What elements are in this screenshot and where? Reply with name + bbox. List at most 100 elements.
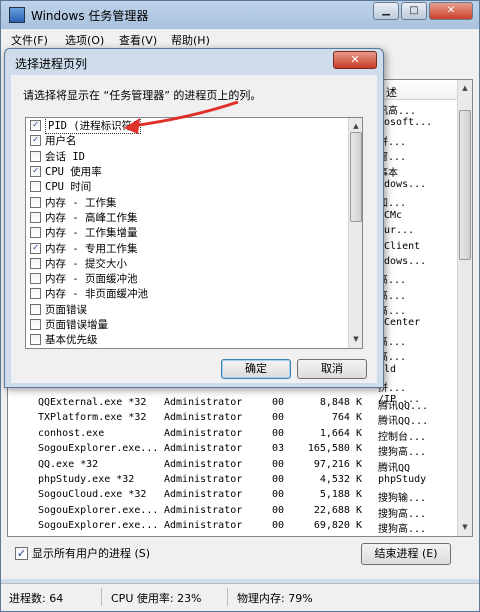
column-option[interactable]: CPU 时间 [26, 179, 362, 194]
cancel-button[interactable]: 取消 [297, 359, 367, 379]
menu-options[interactable]: 选项(O) [65, 32, 104, 48]
process-memory: 165,580 K [307, 443, 362, 455]
column-option[interactable]: 页面错误 [26, 302, 362, 317]
checked-checkbox-icon[interactable]: ✓ [30, 166, 41, 178]
process-name: QQ.exe *32 [38, 458, 99, 470]
checked-checkbox-icon[interactable]: ✓ [30, 120, 41, 132]
dialog-title-bar[interactable]: 选择进程页列 ✕ [5, 49, 383, 73]
column-option-label: CPU 时间 [45, 181, 92, 194]
column-option[interactable]: 会话 ID [26, 149, 362, 164]
unchecked-checkbox-icon[interactable] [30, 319, 41, 330]
unchecked-checkbox-icon[interactable] [30, 303, 41, 315]
table-row[interactable]: SogouExplorer.exe... Administrator 00 22,68… [8, 504, 456, 520]
column-option[interactable]: 基本优先级 [26, 332, 362, 347]
column-list-scrollbar[interactable]: ▲ ▼ [348, 118, 362, 348]
dialog-close-button[interactable]: ✕ [333, 51, 377, 69]
status-process-count: 进程数: 64 [9, 592, 64, 605]
table-row[interactable]: QQ.exe *32 Administrator 00 97,216 K 腾讯QQ [8, 458, 456, 474]
menu-help[interactable]: 帮助(H) [171, 32, 210, 48]
end-process-button[interactable]: 结束进程 (E) [361, 543, 451, 565]
table-row[interactable]: QQExternal.exe *32 Administrator 00 8,848 K… [8, 396, 456, 412]
unchecked-checkbox-icon[interactable] [30, 288, 41, 300]
description-column-header[interactable]: 述 [386, 84, 397, 100]
process-user: Administrator [164, 520, 243, 532]
process-memory: 22,688 K [313, 504, 362, 516]
process-name: SogouExplorer.exe... [38, 504, 156, 516]
process-cpu: 00 [272, 520, 285, 532]
process-description: 搜狗高... [378, 508, 427, 520]
unchecked-checkbox-icon[interactable] [30, 227, 41, 239]
menu-view[interactable]: 查看(V) [119, 32, 157, 48]
column-option[interactable]: 内存 - 工作集 [26, 194, 362, 209]
table-row[interactable]: SogouExplorer.exe... Administrator 00 69,82… [8, 519, 456, 535]
annotation-arrow-icon [124, 100, 239, 134]
process-name: SogouCloud.exe *32 [38, 489, 147, 501]
table-row[interactable]: SogouCloud.exe *32 Administrator 00 5,188 K… [8, 488, 456, 505]
scrollbar-thumb[interactable] [459, 110, 471, 260]
process-name: phpStudy.exe *32 [38, 473, 135, 485]
table-row[interactable]: SogouExplorer.exe... Administrator 03 165,5… [8, 442, 456, 458]
column-items: ✓ PID (进程标识符) ✓ 用户名 会话 ID ✓ CPU 使用率 CPU 时间 内存 - … [26, 118, 362, 347]
column-option-label: 内存 - 工作集 [45, 196, 117, 209]
column-option[interactable]: ✓ CPU 使用率 [26, 164, 362, 179]
process-cpu: 00 [272, 504, 285, 516]
scroll-up-arrow-icon[interactable]: ▲ [350, 119, 362, 133]
unchecked-checkbox-icon[interactable] [30, 257, 41, 269]
table-row[interactable]: conhost.exe Administrator 00 1,664 K 控制台... [8, 427, 456, 443]
table-row[interactable]: TXPlatform.exe *32 Administrator 00 764 K 腾讯… [8, 411, 456, 427]
unchecked-checkbox-icon[interactable] [30, 181, 41, 193]
scroll-down-arrow-icon[interactable]: ▼ [350, 332, 362, 346]
column-list[interactable]: ✓ PID (进程标识符) ✓ 用户名 会话 ID ✓ CPU 使用率 CPU 时间 内存 - … [25, 117, 363, 349]
checked-checkbox-icon[interactable]: ✓ [30, 135, 41, 147]
scroll-up-arrow-icon[interactable]: ▲ [459, 81, 471, 95]
show-all-users-checkbox[interactable]: ✓ 显示所有用户的进程 (S) [15, 545, 150, 561]
column-option[interactable]: 内存 - 工作集增量 [26, 225, 362, 240]
window-title-bar[interactable]: Windows 任务管理器 ▁ □ ✕ [1, 1, 479, 29]
process-description: 腾讯QQ... [378, 401, 429, 412]
column-option-label: 内存 - 页面缓冲池 [45, 273, 138, 286]
column-option[interactable]: 内存 - 页面缓冲池 [26, 271, 362, 286]
process-cpu: 00 [272, 458, 285, 470]
unchecked-checkbox-icon[interactable] [30, 211, 41, 223]
unchecked-checkbox-icon[interactable] [30, 334, 41, 346]
column-option-label: 内存 - 高峰工作集 [45, 211, 138, 224]
column-option[interactable]: 内存 - 高峰工作集 [26, 210, 362, 225]
show-all-users-label: 显示所有用户的进程 (S) [32, 547, 151, 560]
unchecked-checkbox-icon[interactable] [30, 150, 41, 162]
scroll-down-arrow-icon[interactable]: ▼ [459, 520, 471, 534]
column-option[interactable]: 内存 - 提交大小 [26, 256, 362, 271]
unchecked-checkbox-icon[interactable] [30, 273, 41, 285]
task-manager-icon [9, 7, 25, 23]
column-option-label: 页面错误增量 [45, 319, 108, 331]
process-user: Administrator [164, 489, 243, 501]
process-cpu: 00 [272, 473, 285, 485]
process-list-scrollbar[interactable]: ▲ ▼ [457, 80, 472, 536]
maximize-button[interactable]: □ [401, 2, 427, 20]
column-option[interactable]: 内存 - 非页面缓冲池 [26, 286, 362, 301]
process-name: SogouExplorer.exe... [38, 443, 156, 455]
description-cell: rosoft... [378, 117, 433, 129]
description-cell: tClient [378, 240, 421, 252]
scrollbar-thumb[interactable] [350, 132, 362, 222]
checkbox-icon[interactable]: ✓ [15, 546, 28, 560]
column-option[interactable]: ✓ 内存 - 专用工作集 [26, 240, 362, 255]
ok-button[interactable]: 确定 [221, 359, 291, 379]
unchecked-checkbox-icon[interactable] [30, 196, 41, 208]
process-description: 搜狗输... [378, 493, 427, 505]
column-option-label: 内存 - 工作集增量 [45, 227, 138, 240]
description-cell: 事本 [378, 167, 398, 179]
menu-bar: 文件(F) 选项(O) 查看(V) 帮助(H) [1, 29, 479, 49]
column-option-label: 页面错误 [45, 303, 87, 316]
description-cell: 拼... [378, 383, 407, 395]
process-name: TXPlatform.exe *32 [38, 412, 147, 424]
menu-file[interactable]: 文件(F) [11, 32, 48, 48]
close-button[interactable]: ✕ [429, 2, 473, 20]
description-cell: 拼... [378, 136, 407, 148]
minimize-button[interactable]: ▁ [373, 2, 399, 20]
column-option[interactable]: 页面错误增量 [26, 317, 362, 332]
description-cell: 加... [378, 198, 407, 210]
process-memory: 69,820 K [313, 520, 362, 532]
checked-checkbox-icon[interactable]: ✓ [30, 242, 41, 254]
process-cpu: 03 [272, 443, 285, 455]
table-row[interactable]: phpStudy.exe *32 Administrator 00 4,532 K ph… [8, 473, 456, 488]
